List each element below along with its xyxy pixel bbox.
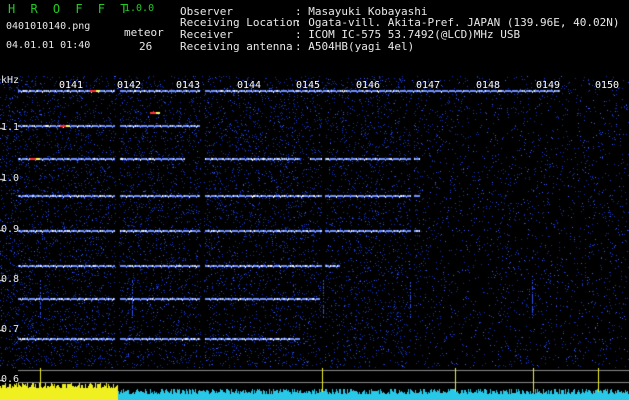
location-value: : Ogata-vill. Akita-Pref. JAPAN (139.96E… <box>295 16 620 29</box>
spectrogram-plot <box>0 0 629 400</box>
y-tick-label: 0.7 <box>1 324 20 335</box>
app-version: 1.0.0 <box>124 3 155 14</box>
antenna-label: Receiving antenna <box>180 40 293 53</box>
y-tick-label: 0.9 <box>1 224 20 235</box>
x-tick-label: 0147 <box>416 80 441 91</box>
x-tick-label: 0148 <box>476 80 501 91</box>
y-axis-unit: kHz <box>1 75 20 86</box>
y-tick-label: 0.8 <box>1 274 20 285</box>
app-name: H R O F F T <box>8 2 132 16</box>
receiver-label: Receiver <box>180 28 233 41</box>
file-name: 0401010140.png <box>6 21 91 32</box>
antenna-value: : A504HB(yagi 4el) <box>295 40 415 53</box>
y-tick-label: 0.6 <box>1 374 20 385</box>
x-tick-label: 0144 <box>237 80 262 91</box>
y-tick-label: 1.0 <box>1 173 20 184</box>
y-tick-label: 1.1 <box>1 122 20 133</box>
meteor-label: meteor <box>124 26 164 39</box>
x-tick-label: 0150 <box>595 80 620 91</box>
x-tick-label: 0146 <box>356 80 381 91</box>
x-tick-label: 0141 <box>59 80 84 91</box>
file-datetime: 04.01.01 01:40 <box>6 40 91 51</box>
meteor-count: 26 <box>139 40 153 53</box>
x-tick-label: 0149 <box>536 80 561 91</box>
location-label: Receiving Location <box>180 16 300 29</box>
x-tick-label: 0143 <box>176 80 201 91</box>
x-tick-label: 0142 <box>117 80 142 91</box>
x-tick-label: 0145 <box>296 80 321 91</box>
receiver-value: : ICOM IC-575 53.7492(@LCD)MHz USB <box>295 28 521 41</box>
